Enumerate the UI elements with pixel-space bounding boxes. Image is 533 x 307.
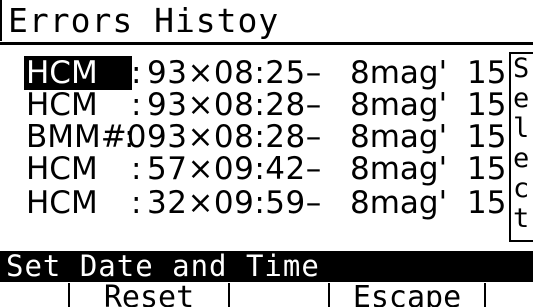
side-letter: c bbox=[513, 173, 530, 204]
error-year: 15 bbox=[467, 185, 507, 221]
error-time: 57×09:42– bbox=[147, 151, 322, 187]
error-date: 8mag' bbox=[350, 185, 448, 221]
error-year: 15 bbox=[467, 87, 507, 123]
error-date: 8mag' bbox=[350, 87, 448, 123]
softkey-3[interactable] bbox=[228, 283, 330, 307]
separator: : bbox=[131, 185, 142, 221]
display-screen: Errors Histoy HCM : 93×08:25– 8mag' 15 H… bbox=[0, 0, 533, 307]
reset-softkey[interactable]: Reset bbox=[68, 283, 230, 307]
error-date: 8mag' bbox=[350, 55, 448, 91]
escape-softkey[interactable]: Escape bbox=[328, 283, 486, 307]
select-side-label: S e l e c t bbox=[509, 52, 533, 242]
softkey-bar: Reset Escape bbox=[0, 283, 533, 307]
error-source: HCM bbox=[24, 56, 132, 90]
side-letter: e bbox=[513, 83, 530, 114]
error-source: BMM#0 bbox=[26, 119, 147, 155]
side-letter: t bbox=[513, 203, 530, 234]
status-bar: Set Date and Time bbox=[0, 251, 533, 282]
softkey-1[interactable] bbox=[0, 283, 70, 307]
error-source: HCM bbox=[26, 151, 98, 187]
error-time: 93×08:28– bbox=[147, 119, 322, 155]
error-year: 15 bbox=[467, 119, 507, 155]
error-date: 8mag' bbox=[350, 119, 448, 155]
separator: : bbox=[131, 87, 142, 123]
separator: : bbox=[131, 151, 142, 187]
separator: : bbox=[124, 119, 135, 155]
error-time: 93×08:28– bbox=[147, 87, 322, 123]
side-letter: e bbox=[513, 143, 530, 174]
title-divider bbox=[0, 42, 533, 45]
error-time: 93×08:25– bbox=[147, 55, 322, 91]
error-source: HCM bbox=[26, 185, 98, 221]
error-time: 32×09:59– bbox=[147, 185, 322, 221]
side-letter: S bbox=[513, 53, 530, 84]
error-source: HCM bbox=[26, 87, 98, 123]
screen-title: Errors Histoy bbox=[0, 0, 533, 41]
side-letter: l bbox=[513, 113, 530, 144]
error-date: 8mag' bbox=[350, 151, 448, 187]
separator: : bbox=[131, 55, 142, 91]
softkey-5[interactable] bbox=[484, 283, 533, 307]
error-year: 15 bbox=[467, 151, 507, 187]
error-year: 15 bbox=[467, 55, 507, 91]
